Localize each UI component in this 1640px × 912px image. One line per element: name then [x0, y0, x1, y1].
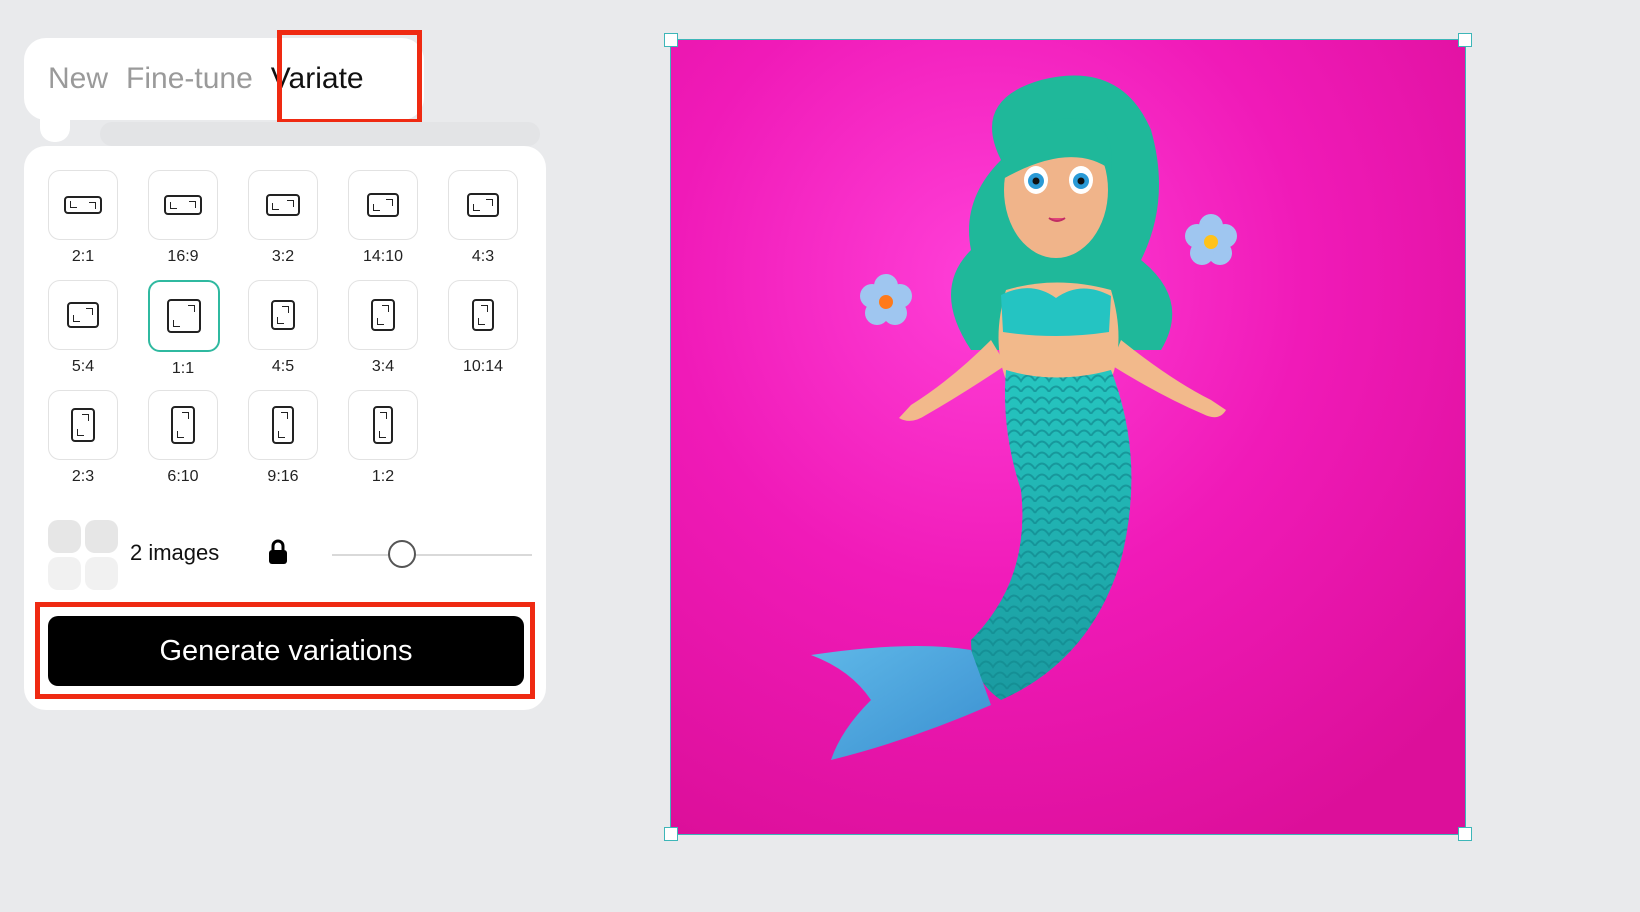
aspect-ratio-icon [148, 390, 218, 460]
aspect-ratio-option[interactable]: 3:2 [248, 170, 318, 266]
aspect-ratio-option[interactable]: 2:3 [48, 390, 118, 486]
aspect-ratio-icon [248, 390, 318, 460]
aspect-ratio-icon [248, 170, 318, 240]
aspect-ratio-option[interactable]: 6:10 [148, 390, 218, 486]
aspect-ratio-label: 1:2 [371, 468, 395, 485]
mode-tabs: New Fine-tune Variate [24, 38, 424, 120]
aspect-ratio-icon [348, 280, 418, 350]
image-count-label: 2 images [130, 540, 220, 565]
aspect-ratio-label: 2:3 [71, 468, 95, 485]
aspect-ratio-label: 4:3 [471, 248, 495, 265]
aspect-ratio-option[interactable]: 2:1 [48, 170, 118, 266]
aspect-ratio-option[interactable]: 5:4 [48, 280, 118, 376]
image-grid-icon [48, 520, 118, 590]
aspect-ratio-option[interactable]: 4:3 [448, 170, 518, 266]
image-count-slider-track[interactable] [332, 554, 532, 556]
resize-handle-top-left[interactable] [664, 33, 678, 47]
generate-variations-button[interactable]: Generate variations [48, 616, 524, 686]
aspect-ratio-option[interactable]: 9:16 [248, 390, 318, 486]
aspect-ratio-option[interactable]: 14:10 [348, 170, 418, 266]
aspect-ratio-option[interactable]: 1:2 [348, 390, 418, 486]
tabs-tail [40, 118, 70, 142]
tab-variate[interactable]: Variate [271, 62, 382, 96]
aspect-ratio-icon [448, 280, 518, 350]
tab-fine-tune[interactable]: Fine-tune [126, 62, 271, 96]
aspect-ratio-icon [348, 170, 418, 240]
aspect-ratio-icon [148, 170, 218, 240]
aspect-ratio-option[interactable]: 4:5 [248, 280, 318, 376]
aspect-ratio-label: 10:14 [462, 358, 504, 375]
tab-new[interactable]: New [24, 62, 126, 96]
variate-panel: 2:1 16:9 3:2 14:10 4:3 5:4 1:1 4:5 3:4 10:14 2:3 6:… [24, 146, 546, 710]
lock-icon [269, 539, 287, 564]
resize-handle-bottom-right[interactable] [1458, 827, 1472, 841]
aspect-ratio-label: 3:4 [371, 358, 395, 375]
aspect-ratio-icon [248, 280, 318, 350]
aspect-ratio-icon [48, 280, 118, 350]
aspect-ratio-label: 4:5 [271, 358, 295, 375]
aspect-ratio-label: 6:10 [167, 468, 199, 485]
resize-handle-bottom-left[interactable] [664, 827, 678, 841]
aspect-ratio-label: 16:9 [167, 248, 199, 265]
image-count-row: 2 images [48, 520, 532, 590]
aspect-ratio-label: 3:2 [271, 248, 295, 265]
aspect-ratio-icon [148, 280, 220, 352]
aspect-ratio-icon [48, 390, 118, 460]
aspect-ratio-label: 2:1 [71, 248, 95, 265]
aspect-ratio-icon [48, 170, 118, 240]
aspect-ratio-label: 5:4 [71, 358, 95, 375]
aspect-ratio-label: 14:10 [362, 248, 404, 265]
tabs-divider [100, 122, 540, 146]
aspect-ratio-option[interactable]: 3:4 [348, 280, 418, 376]
aspect-ratio-option[interactable]: 1:1 [148, 280, 220, 378]
resize-handle-top-right[interactable] [1458, 33, 1472, 47]
aspect-ratio-option[interactable]: 10:14 [448, 280, 518, 376]
aspect-ratio-label: 1:1 [171, 360, 195, 377]
aspect-ratio-icon [348, 390, 418, 460]
image-count-slider-thumb[interactable] [388, 540, 416, 568]
canvas-image[interactable] [670, 39, 1466, 835]
aspect-ratio-label: 9:16 [267, 468, 299, 485]
aspect-ratio-icon [448, 170, 518, 240]
aspect-ratio-option[interactable]: 16:9 [148, 170, 218, 266]
mermaid-image [671, 40, 1465, 834]
